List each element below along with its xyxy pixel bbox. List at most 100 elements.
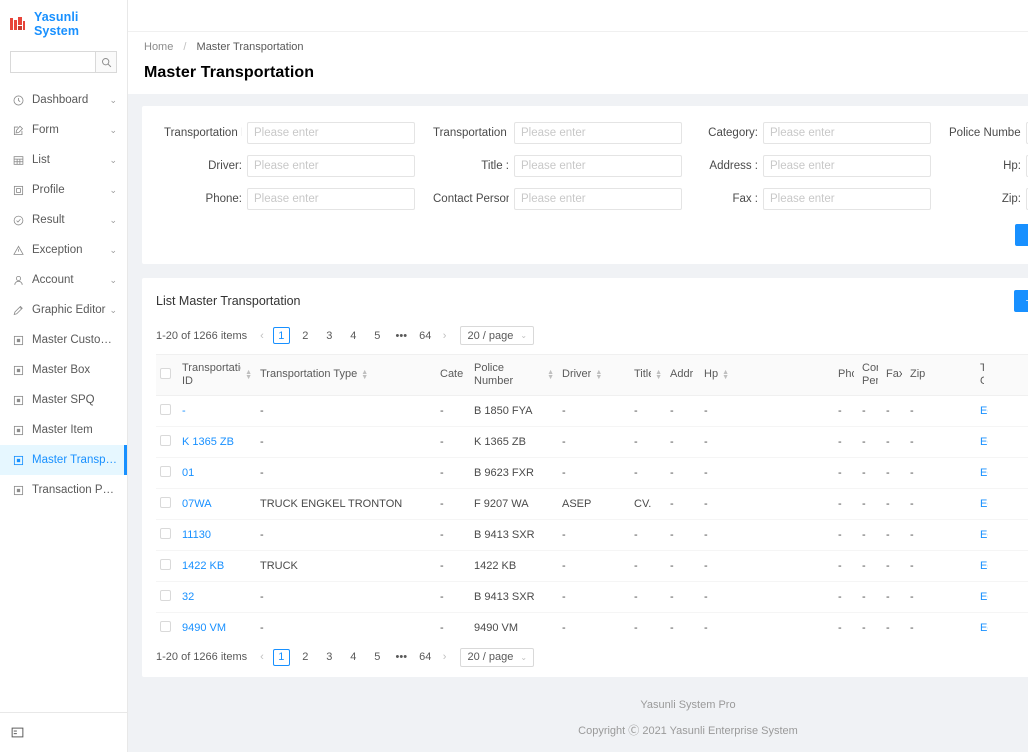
transportation-id-link[interactable]: 32 (182, 591, 194, 603)
pagination-page-2[interactable]: 2 (297, 649, 314, 666)
transportation-id-link[interactable]: - (182, 405, 186, 417)
sidebar-item-master-transportation[interactable]: Master Transportation (0, 445, 127, 475)
brand-logo[interactable]: Yasunli System (0, 8, 127, 40)
sidebar-item-profile[interactable]: Profile ⌄ (0, 175, 127, 205)
sidebar-item-dashboard[interactable]: Dashboard ⌄ (0, 85, 127, 115)
row-checkbox[interactable] (160, 434, 171, 446)
pagination-page-last[interactable]: 64 (417, 649, 434, 666)
category-input[interactable] (763, 122, 931, 144)
pagination-page-1[interactable]: 1 (272, 648, 290, 666)
pagination-ellipsis[interactable]: ••• (393, 649, 410, 666)
search-button[interactable]: Search (1014, 224, 1028, 246)
sort-icon[interactable]: ▲ ▼ (361, 369, 368, 381)
table-row[interactable]: 11130 - - B 9413 SXR - - - - - - - - E (156, 519, 1028, 551)
edit-data-link[interactable]: Edit Data (980, 405, 988, 417)
pagination-page-4[interactable]: 4 (345, 649, 362, 666)
sidebar-search-button[interactable] (95, 51, 117, 73)
pagination-page-3[interactable]: 3 (321, 327, 338, 344)
col-transportation-id[interactable]: Transportation ID ▲▼ (178, 355, 256, 396)
sidebar-item-exception[interactable]: Exception ⌄ (0, 235, 127, 265)
sidebar-collapse-trigger[interactable] (0, 712, 127, 752)
col-address[interactable]: Addr (666, 355, 700, 396)
sidebar-item-form[interactable]: Form ⌄ (0, 115, 127, 145)
select-all-checkbox[interactable] (160, 367, 171, 379)
col-police-number[interactable]: Police Number ▲ ▼ (470, 355, 558, 396)
col-contact-person[interactable]: Cont Pers (858, 355, 882, 396)
edit-data-link[interactable]: Edit Data (980, 498, 988, 510)
table-row[interactable]: 1422 KB TRUCK - 1422 KB - - - - - - - - … (156, 550, 1028, 582)
col-driver[interactable]: Driver ▲ ▼ (558, 355, 630, 396)
sidebar-item-graphic-editor[interactable]: Graphic Editor ⌄ (0, 295, 127, 325)
address-input[interactable] (763, 155, 931, 177)
row-checkbox[interactable] (160, 589, 171, 601)
transportation-id-link[interactable]: 01 (182, 467, 194, 479)
table-row[interactable]: 01 - - B 9623 FXR - - - - - - - - E (156, 457, 1028, 489)
title-input[interactable] (514, 155, 682, 177)
sidebar-item-master-customer[interactable]: Master Customer (0, 325, 127, 355)
col-title-option[interactable]: Title Option (976, 355, 988, 396)
pagination-prev[interactable]: ‹ (258, 651, 266, 663)
pagination-ellipsis[interactable]: ••• (393, 327, 410, 344)
sidebar-item-list[interactable]: List ⌄ (0, 145, 127, 175)
col-title[interactable]: Title ▲▼ (630, 355, 666, 396)
pagination-page-3[interactable]: 3 (321, 649, 338, 666)
pagination-prev[interactable]: ‹ (258, 330, 266, 342)
add-transportation-button[interactable]: + Add Transportation (1013, 290, 1028, 312)
page-size-select[interactable]: 20 / page ⌄ (460, 326, 535, 345)
sidebar-item-master-spq[interactable]: Master SPQ (0, 385, 127, 415)
table-row[interactable]: 32 - - B 9413 SXR - - - - - - - - E (156, 581, 1028, 613)
transportation-id-link[interactable]: 1422 KB (182, 560, 224, 572)
transportation-id-link[interactable]: 9490 VM (182, 622, 226, 634)
col-zip[interactable]: Zip (906, 355, 976, 396)
row-checkbox[interactable] (160, 465, 171, 477)
contact-person-input[interactable] (514, 188, 682, 210)
sidebar-search[interactable] (10, 51, 117, 73)
sidebar-item-result[interactable]: Result ⌄ (0, 205, 127, 235)
col-hp[interactable]: Hp ▲ ▼ (700, 355, 810, 396)
breadcrumb-home[interactable]: Home (144, 41, 173, 53)
driver-input[interactable] (247, 155, 415, 177)
transportation-id-link[interactable]: K 1365 ZB (182, 436, 234, 448)
col-category[interactable]: Cate (436, 355, 470, 396)
fax-input[interactable] (763, 188, 931, 210)
row-checkbox[interactable] (160, 403, 171, 415)
sort-icon[interactable]: ▲ ▼ (245, 369, 252, 381)
row-checkbox[interactable] (160, 496, 171, 508)
col-phone[interactable]: Phor (834, 355, 858, 396)
sidebar-item-account[interactable]: Account ⌄ (0, 265, 127, 295)
sidebar-item-master-item[interactable]: Master Item (0, 415, 127, 445)
pagination-page-1[interactable]: 1 (272, 327, 290, 344)
col-transportation-type[interactable]: Transportation Type ▲ ▼ (256, 355, 436, 396)
transportation-type-input[interactable] (514, 122, 682, 144)
edit-data-link[interactable]: Edit Data (980, 591, 988, 603)
edit-data-link[interactable]: Edit Data (980, 467, 988, 479)
pagination-page-4[interactable]: 4 (345, 327, 362, 344)
table-body-scroll[interactable]: - - - B 1850 FYA - - - - - - - - E K 136… (156, 395, 1028, 636)
edit-data-link[interactable]: Edit Data (980, 436, 988, 448)
sort-icon[interactable]: ▲ ▼ (547, 369, 554, 381)
row-checkbox[interactable] (160, 527, 171, 539)
pagination-page-2[interactable]: 2 (297, 327, 314, 344)
pagination-page-last[interactable]: 64 (417, 327, 434, 344)
sort-icon[interactable]: ▲ ▼ (595, 369, 602, 381)
edit-data-link[interactable]: Edit Data (980, 622, 988, 634)
phone-input[interactable] (247, 188, 415, 210)
table-row[interactable]: K 1365 ZB - - K 1365 ZB - - - - - - - - … (156, 426, 1028, 458)
row-checkbox[interactable] (160, 558, 171, 570)
row-checkbox[interactable] (160, 620, 171, 632)
pagination-next[interactable]: › (441, 651, 449, 663)
col-fax[interactable]: Fax (882, 355, 906, 396)
transportation-id-link[interactable]: 07WA (182, 498, 212, 510)
sidebar-search-input[interactable] (10, 51, 95, 73)
pagination-page-5[interactable]: 5 (369, 327, 386, 344)
table-row[interactable]: 9490 VM - - 9490 VM - - - - - - - - E (156, 612, 1028, 636)
sidebar-item-transaction-po-customer[interactable]: Transaction PO Custo... (0, 475, 127, 505)
transportation-id-link[interactable]: 11130 (182, 529, 211, 541)
table-row[interactable]: - - - B 1850 FYA - - - - - - - - E (156, 395, 1028, 427)
table-row[interactable]: 07WA TRUCK ENGKEL TRONTON - F 9207 WA AS… (156, 488, 1028, 520)
edit-data-link[interactable]: Edit Data (980, 560, 988, 572)
edit-data-link[interactable]: Edit Data (980, 529, 988, 541)
sort-icon[interactable]: ▲ ▼ (655, 369, 662, 381)
transportation-id-input[interactable] (247, 122, 415, 144)
sort-icon[interactable]: ▲ ▼ (722, 369, 729, 381)
